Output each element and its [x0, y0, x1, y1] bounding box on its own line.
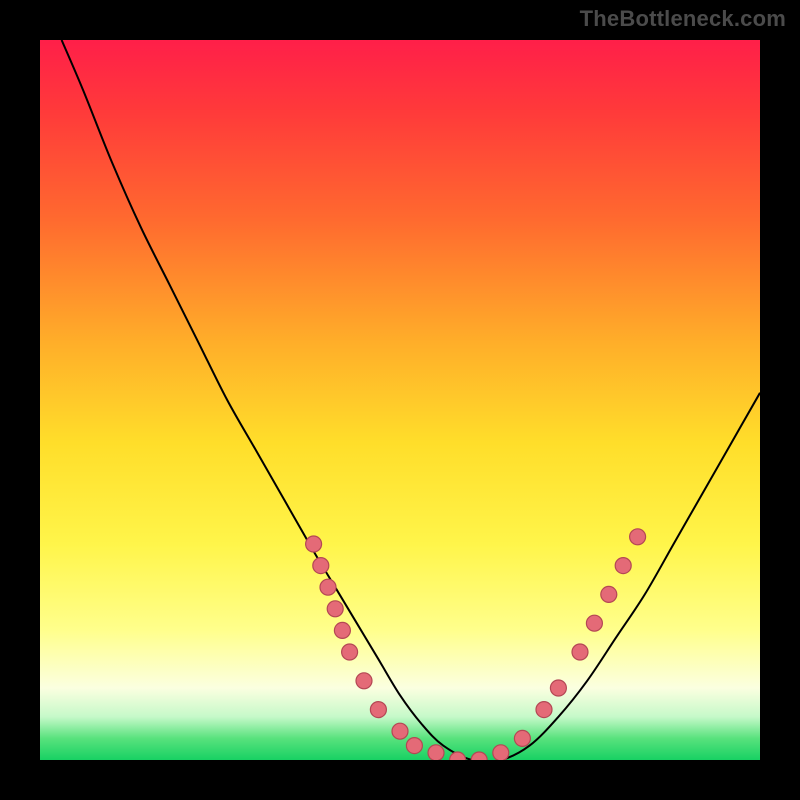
scatter-point	[550, 680, 566, 696]
scatter-point	[536, 702, 552, 718]
watermark-text: TheBottleneck.com	[580, 6, 786, 32]
scatter-point	[356, 673, 372, 689]
scatter-point	[471, 752, 487, 760]
curve-svg	[40, 40, 760, 760]
scatter-point	[406, 738, 422, 754]
scatter-point	[342, 644, 358, 660]
scatter-point	[601, 586, 617, 602]
scatter-point	[572, 644, 588, 660]
scatter-point	[313, 558, 329, 574]
scatter-point	[493, 745, 509, 760]
scatter-point	[630, 529, 646, 545]
scatter-point	[334, 622, 350, 638]
scatter-point	[306, 536, 322, 552]
chart-frame: TheBottleneck.com	[0, 0, 800, 800]
scatter-point	[615, 558, 631, 574]
scatter-group	[306, 529, 646, 760]
scatter-point	[392, 723, 408, 739]
plot-area	[40, 40, 760, 760]
scatter-point	[327, 601, 343, 617]
bottleneck-curve	[62, 40, 760, 760]
scatter-point	[450, 752, 466, 760]
scatter-point	[320, 579, 336, 595]
scatter-point	[370, 702, 386, 718]
scatter-point	[428, 745, 444, 760]
scatter-point	[586, 615, 602, 631]
scatter-point	[514, 730, 530, 746]
